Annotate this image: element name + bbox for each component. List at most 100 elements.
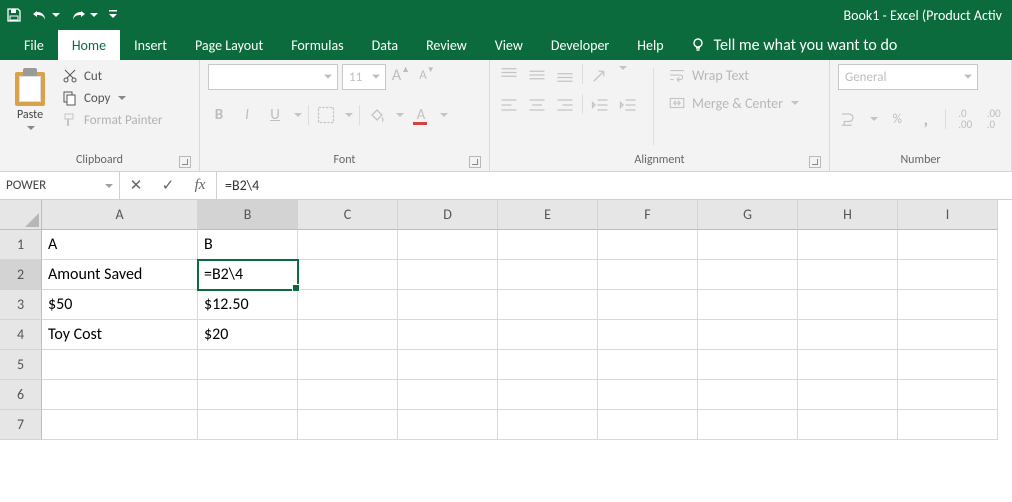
cell-E2[interactable]: [498, 260, 598, 290]
alignment-dialog-launcher[interactable]: [809, 156, 821, 168]
tab-formulas[interactable]: Formulas: [277, 30, 357, 60]
cell-G7[interactable]: [698, 410, 798, 440]
cell-I5[interactable]: [898, 350, 998, 380]
tab-developer[interactable]: Developer: [537, 30, 623, 60]
cell-D1[interactable]: [398, 230, 498, 260]
cell-I3[interactable]: [898, 290, 998, 320]
cell-F2[interactable]: [598, 260, 698, 290]
tell-me-search[interactable]: Tell me what you want to do: [678, 30, 910, 60]
merge-center-button[interactable]: Merge & Center: [668, 94, 799, 112]
select-all-button[interactable]: [0, 200, 42, 230]
col-header-F[interactable]: F: [598, 200, 698, 230]
cell-C4[interactable]: [298, 320, 398, 350]
cell-H6[interactable]: [798, 380, 898, 410]
cell-G1[interactable]: [698, 230, 798, 260]
col-header-E[interactable]: E: [498, 200, 598, 230]
clipboard-dialog-launcher[interactable]: [179, 156, 191, 168]
fill-color-button[interactable]: [366, 104, 388, 126]
cell-G2[interactable]: [698, 260, 798, 290]
cell-E6[interactable]: [498, 380, 598, 410]
cell-G5[interactable]: [698, 350, 798, 380]
comma-style-button[interactable]: ,: [917, 108, 936, 130]
font-size-combo[interactable]: 11: [342, 64, 386, 90]
row-header-1[interactable]: 1: [0, 230, 42, 260]
col-header-D[interactable]: D: [398, 200, 498, 230]
increase-decimal-button[interactable]: .0.00: [956, 108, 975, 130]
align-bottom-button[interactable]: [554, 64, 576, 86]
cell-F3[interactable]: [598, 290, 698, 320]
cell-D6[interactable]: [398, 380, 498, 410]
row-header-5[interactable]: 5: [0, 350, 42, 380]
font-color-button[interactable]: A: [410, 104, 432, 126]
italic-button[interactable]: I: [236, 104, 258, 126]
cell-I2[interactable]: [898, 260, 998, 290]
decrease-font-button[interactable]: A▼: [416, 64, 438, 86]
cell-I6[interactable]: [898, 380, 998, 410]
col-header-I[interactable]: I: [898, 200, 998, 230]
cell-F5[interactable]: [598, 350, 698, 380]
insert-function-button[interactable]: fx: [184, 177, 216, 194]
enter-formula-button[interactable]: ✓: [152, 176, 184, 195]
cell-C5[interactable]: [298, 350, 398, 380]
save-icon[interactable]: [6, 7, 22, 23]
row-header-2[interactable]: 2: [0, 260, 42, 290]
name-box[interactable]: POWER: [0, 172, 120, 199]
cell-B2[interactable]: =B2\4: [198, 260, 298, 290]
redo-icon[interactable]: [70, 8, 98, 22]
percent-button[interactable]: %: [888, 108, 907, 130]
cell-F1[interactable]: [598, 230, 698, 260]
cell-B4[interactable]: $20: [198, 320, 298, 350]
col-header-C[interactable]: C: [298, 200, 398, 230]
tab-page-layout[interactable]: Page Layout: [181, 30, 277, 60]
increase-indent-button[interactable]: [617, 94, 639, 116]
cell-E3[interactable]: [498, 290, 598, 320]
cell-B5[interactable]: [198, 350, 298, 380]
undo-icon[interactable]: [32, 8, 60, 22]
col-header-A[interactable]: A: [42, 200, 198, 230]
cell-A5[interactable]: [42, 350, 198, 380]
cell-H7[interactable]: [798, 410, 898, 440]
tab-help[interactable]: Help: [623, 30, 677, 60]
align-left-button[interactable]: [498, 94, 520, 116]
format-painter-button[interactable]: Format Painter: [62, 112, 163, 128]
cell-F6[interactable]: [598, 380, 698, 410]
cell-B3[interactable]: $12.50: [198, 290, 298, 320]
cell-H5[interactable]: [798, 350, 898, 380]
cell-H1[interactable]: [798, 230, 898, 260]
cell-I1[interactable]: [898, 230, 998, 260]
cell-C2[interactable]: [298, 260, 398, 290]
row-header-3[interactable]: 3: [0, 290, 42, 320]
formula-input[interactable]: =B2\4: [217, 172, 1012, 199]
bold-button[interactable]: B: [208, 104, 230, 126]
tab-view[interactable]: View: [481, 30, 537, 60]
cell-F4[interactable]: [598, 320, 698, 350]
tab-data[interactable]: Data: [358, 30, 412, 60]
row-header-4[interactable]: 4: [0, 320, 42, 350]
cell-A4[interactable]: Toy Cost: [42, 320, 198, 350]
cell-E5[interactable]: [498, 350, 598, 380]
align-right-button[interactable]: [554, 94, 576, 116]
cell-A1[interactable]: A: [42, 230, 198, 260]
cut-button[interactable]: Cut: [62, 68, 163, 84]
cell-A2[interactable]: Amount Saved: [42, 260, 198, 290]
cell-I7[interactable]: [898, 410, 998, 440]
col-header-G[interactable]: G: [698, 200, 798, 230]
cell-D5[interactable]: [398, 350, 498, 380]
cell-C3[interactable]: [298, 290, 398, 320]
cell-C7[interactable]: [298, 410, 398, 440]
qat-customize-icon[interactable]: [108, 9, 118, 21]
font-name-combo[interactable]: [208, 64, 338, 90]
copy-button[interactable]: Copy: [62, 90, 163, 106]
paste-button[interactable]: Paste: [8, 64, 52, 149]
align-top-button[interactable]: [498, 64, 520, 86]
font-dialog-launcher[interactable]: [469, 156, 481, 168]
cell-I4[interactable]: [898, 320, 998, 350]
tab-home[interactable]: Home: [58, 30, 120, 60]
cell-A7[interactable]: [42, 410, 198, 440]
accounting-format-button[interactable]: [838, 108, 858, 130]
wrap-text-button[interactable]: Wrap Text: [668, 66, 799, 84]
cell-D3[interactable]: [398, 290, 498, 320]
cell-G6[interactable]: [698, 380, 798, 410]
cell-A3[interactable]: $50: [42, 290, 198, 320]
cell-B6[interactable]: [198, 380, 298, 410]
